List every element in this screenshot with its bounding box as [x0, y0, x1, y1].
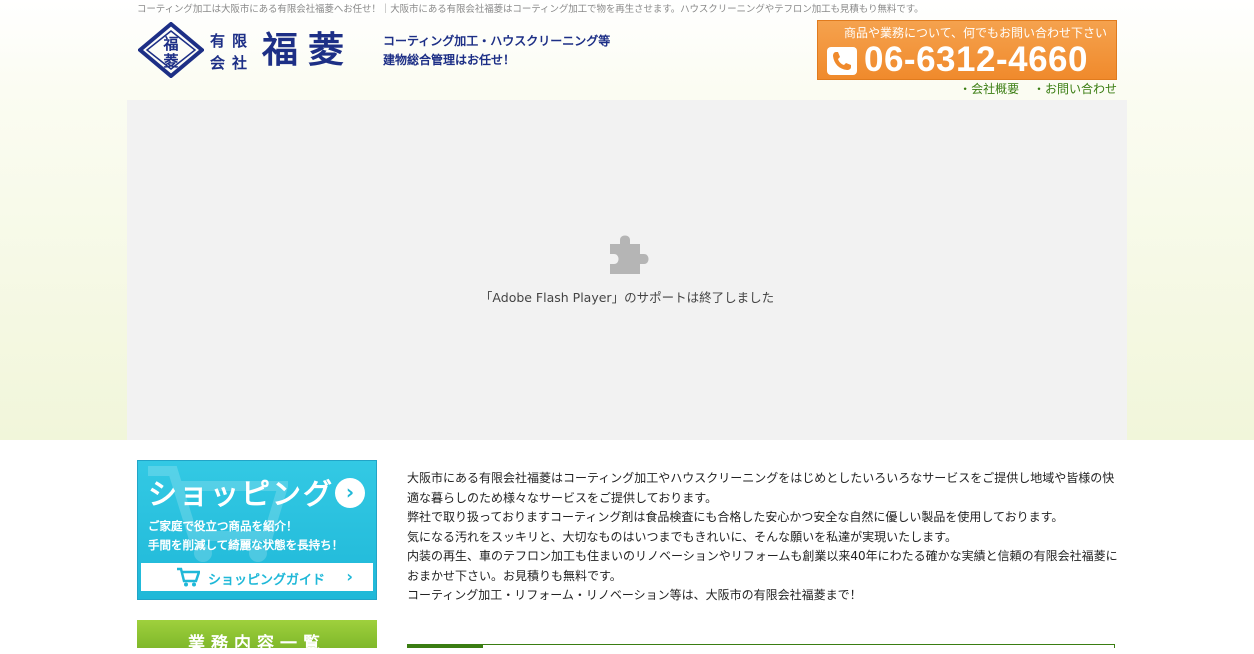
- company-type: 有限 会社: [210, 30, 254, 74]
- services-list-header[interactable]: 業務内容一覧: [137, 620, 377, 654]
- shopping-sub-line-2: 手間を削減して綺麗な状態を長持ち！: [148, 538, 344, 552]
- intro-paragraph: 気になる汚れをスッキリと、大切なものはいつまでもきれいに、そんな願いを私達が実現…: [407, 529, 957, 544]
- services-list-title: 業務内容一覧: [188, 634, 326, 654]
- phone-number: 06-6312-4660: [864, 40, 1088, 79]
- shopping-banner[interactable]: ショッピング › ご家庭で役立つ商品を紹介！ 手間を削減して綺麗な状態を長持ち！…: [137, 460, 377, 600]
- intro-paragraph: 内装の再生、車のテフロン加工も住まいのリノベーションやリフォームも創業以来40年…: [407, 549, 1118, 583]
- company-name: 福菱: [262, 29, 355, 71]
- chevron-right-icon: ›: [346, 567, 353, 586]
- header-catchphrase: コーティング加工・ハウスクリーニング等 建物総合管理はお任せ！: [383, 32, 610, 70]
- shopping-guide-label: ショッピングガイド: [208, 573, 326, 588]
- emblem-char-bottom: 菱: [163, 52, 178, 70]
- phone-caption: 商品や業務について、何でもお問い合わせ下さい: [843, 26, 1107, 40]
- catch-line-1: コーティング加工・ハウスクリーニング等: [383, 34, 611, 48]
- shopping-subtitle: ご家庭で役立つ商品を紹介！ 手間を削減して綺麗な状態を長持ち！: [148, 517, 343, 555]
- phone-icon: [827, 47, 857, 75]
- shopping-title: ショッピング: [148, 477, 335, 511]
- catch-line-2: 建物総合管理はお任せ！: [383, 53, 516, 67]
- intro-paragraph: 弊社で取り扱っておりますコーティング剤は食品検査にも合格した安心かつ安全な自然に…: [407, 510, 1064, 524]
- diamond-emblem-icon: 福 菱: [138, 22, 204, 78]
- shopping-guide-button[interactable]: ショッピングガイド ›: [141, 563, 373, 591]
- shopping-sub-line-1: ご家庭で役立つ商品を紹介！: [148, 519, 298, 533]
- emblem-char-top: 福: [162, 35, 178, 53]
- intro-text: 大阪市にある有限会社福菱はコーティング加工やハウスクリーニングをはじめとしたいろ…: [407, 469, 1119, 606]
- company-profile-link[interactable]: ・会社概要: [959, 82, 1019, 96]
- company-type-line-2: 会社: [210, 54, 255, 72]
- intro-paragraph: 大阪市にある有限会社福菱はコーティング加工やハウスクリーニングをはじめとしたいろ…: [407, 471, 1115, 505]
- header-links: ・会社概要 ・お問い合わせ: [949, 80, 1117, 97]
- flash-placeholder: 「Adobe Flash Player」のサポートは終了しました: [127, 100, 1127, 440]
- contact-link[interactable]: ・お問い合わせ: [1033, 82, 1117, 96]
- company-logo[interactable]: 福 菱 有限 会社 福菱: [138, 22, 358, 78]
- chevron-right-icon[interactable]: ›: [335, 478, 365, 508]
- phone-contact-banner[interactable]: 商品や業務について、何でもお問い合わせ下さい 06-6312-4660: [817, 20, 1117, 80]
- content-section-header: [407, 644, 1115, 648]
- flash-unsupported-message: 「Adobe Flash Player」のサポートは終了しました: [479, 290, 775, 305]
- site-tagline: コーティング加工は大阪市にある有限会社福菱へお任せ！｜大阪市にある有限会社福菱は…: [137, 4, 924, 15]
- intro-paragraph: コーティング加工・リフォーム・リノベーション等は、大阪市の有限会社福菱まで！: [407, 588, 862, 602]
- puzzle-piece-icon: [610, 235, 649, 274]
- cart-icon: [177, 567, 200, 587]
- logo-text: 有限 会社 福菱: [210, 26, 360, 76]
- company-type-line-1: 有限: [210, 32, 255, 50]
